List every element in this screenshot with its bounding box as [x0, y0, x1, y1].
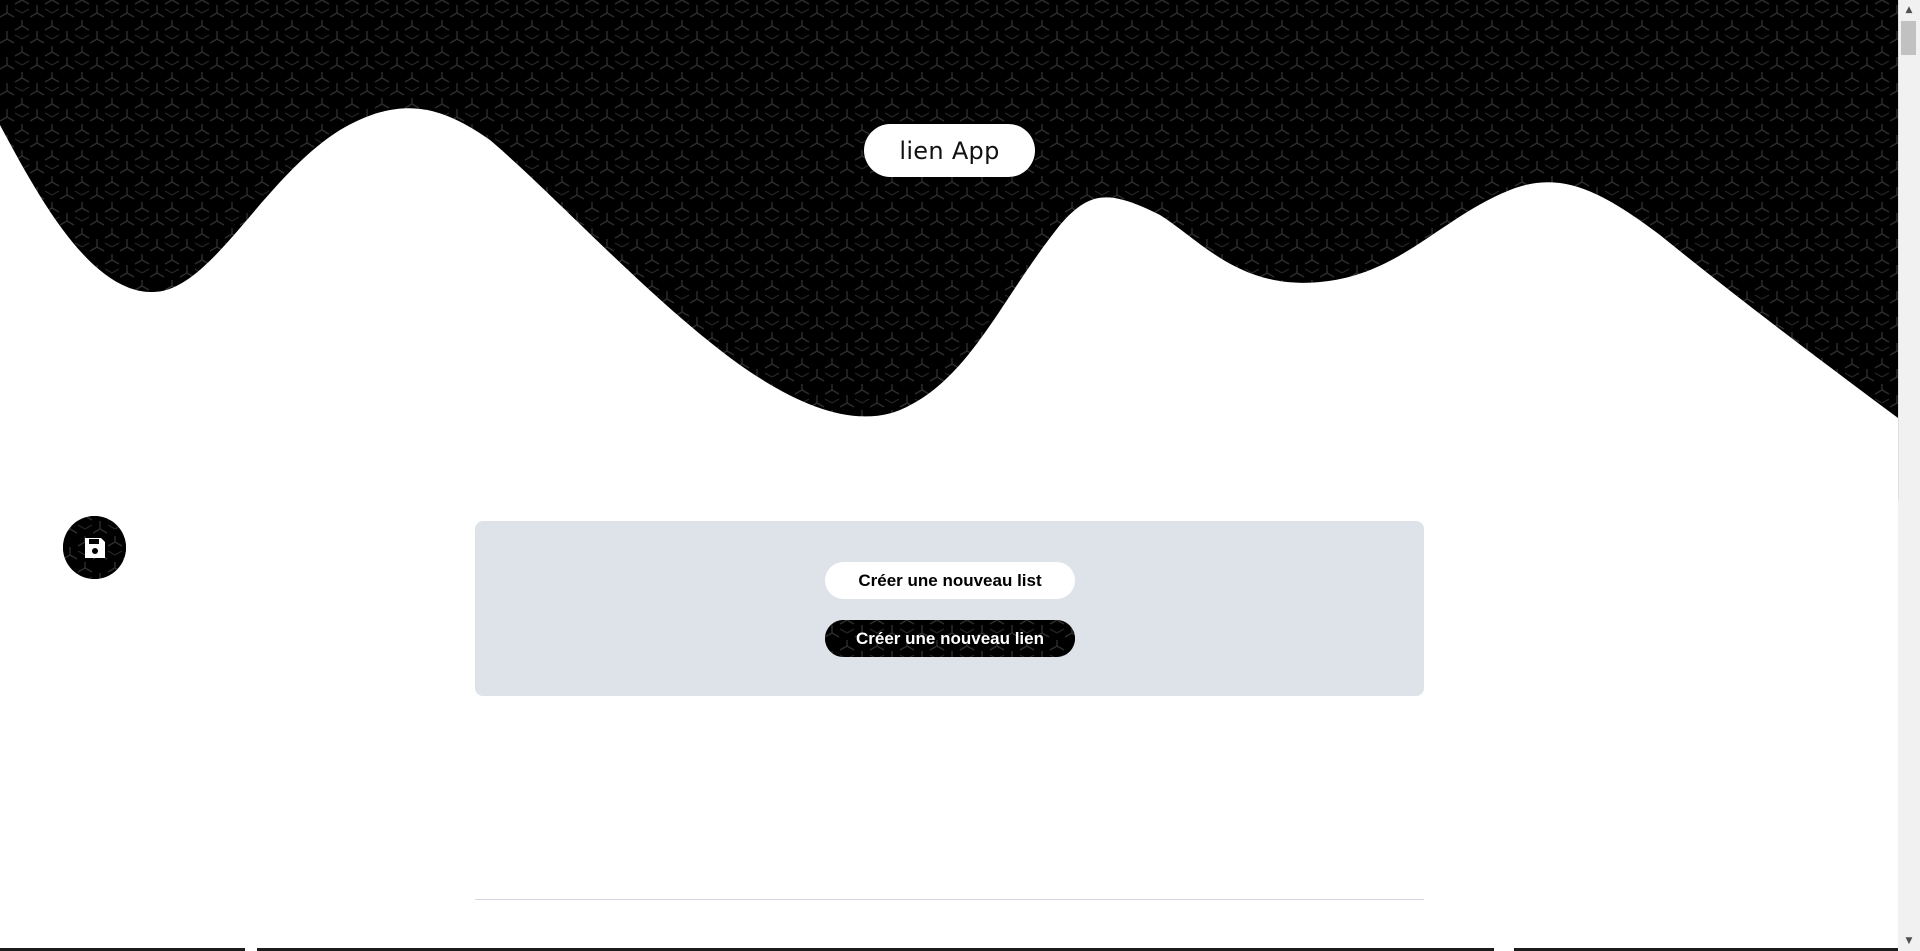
create-link-button[interactable]: Créer une nouveau lien [825, 620, 1075, 657]
floppy-disk-icon [84, 537, 105, 558]
create-link-label: Créer une nouveau lien [856, 628, 1044, 648]
action-card: Créer une nouveau list Créer une nouveau… [475, 521, 1424, 696]
section-divider [475, 899, 1424, 900]
save-button[interactable] [63, 516, 126, 579]
scroll-track [1898, 0, 1899, 500]
scroll-up-arrow-icon[interactable]: ▲ [1898, 0, 1920, 20]
create-list-button[interactable]: Créer une nouveau list [825, 562, 1075, 599]
app-title: lien App [864, 124, 1035, 177]
scroll-down-arrow-icon[interactable]: ▼ [1898, 931, 1920, 951]
scroll-thumb[interactable] [1901, 21, 1916, 55]
vertical-scrollbar[interactable]: ▲ ▼ [1898, 0, 1920, 951]
hero-wave-background [0, 0, 1898, 418]
page: lien App Créer une nouveau list Créer un… [0, 0, 1920, 951]
